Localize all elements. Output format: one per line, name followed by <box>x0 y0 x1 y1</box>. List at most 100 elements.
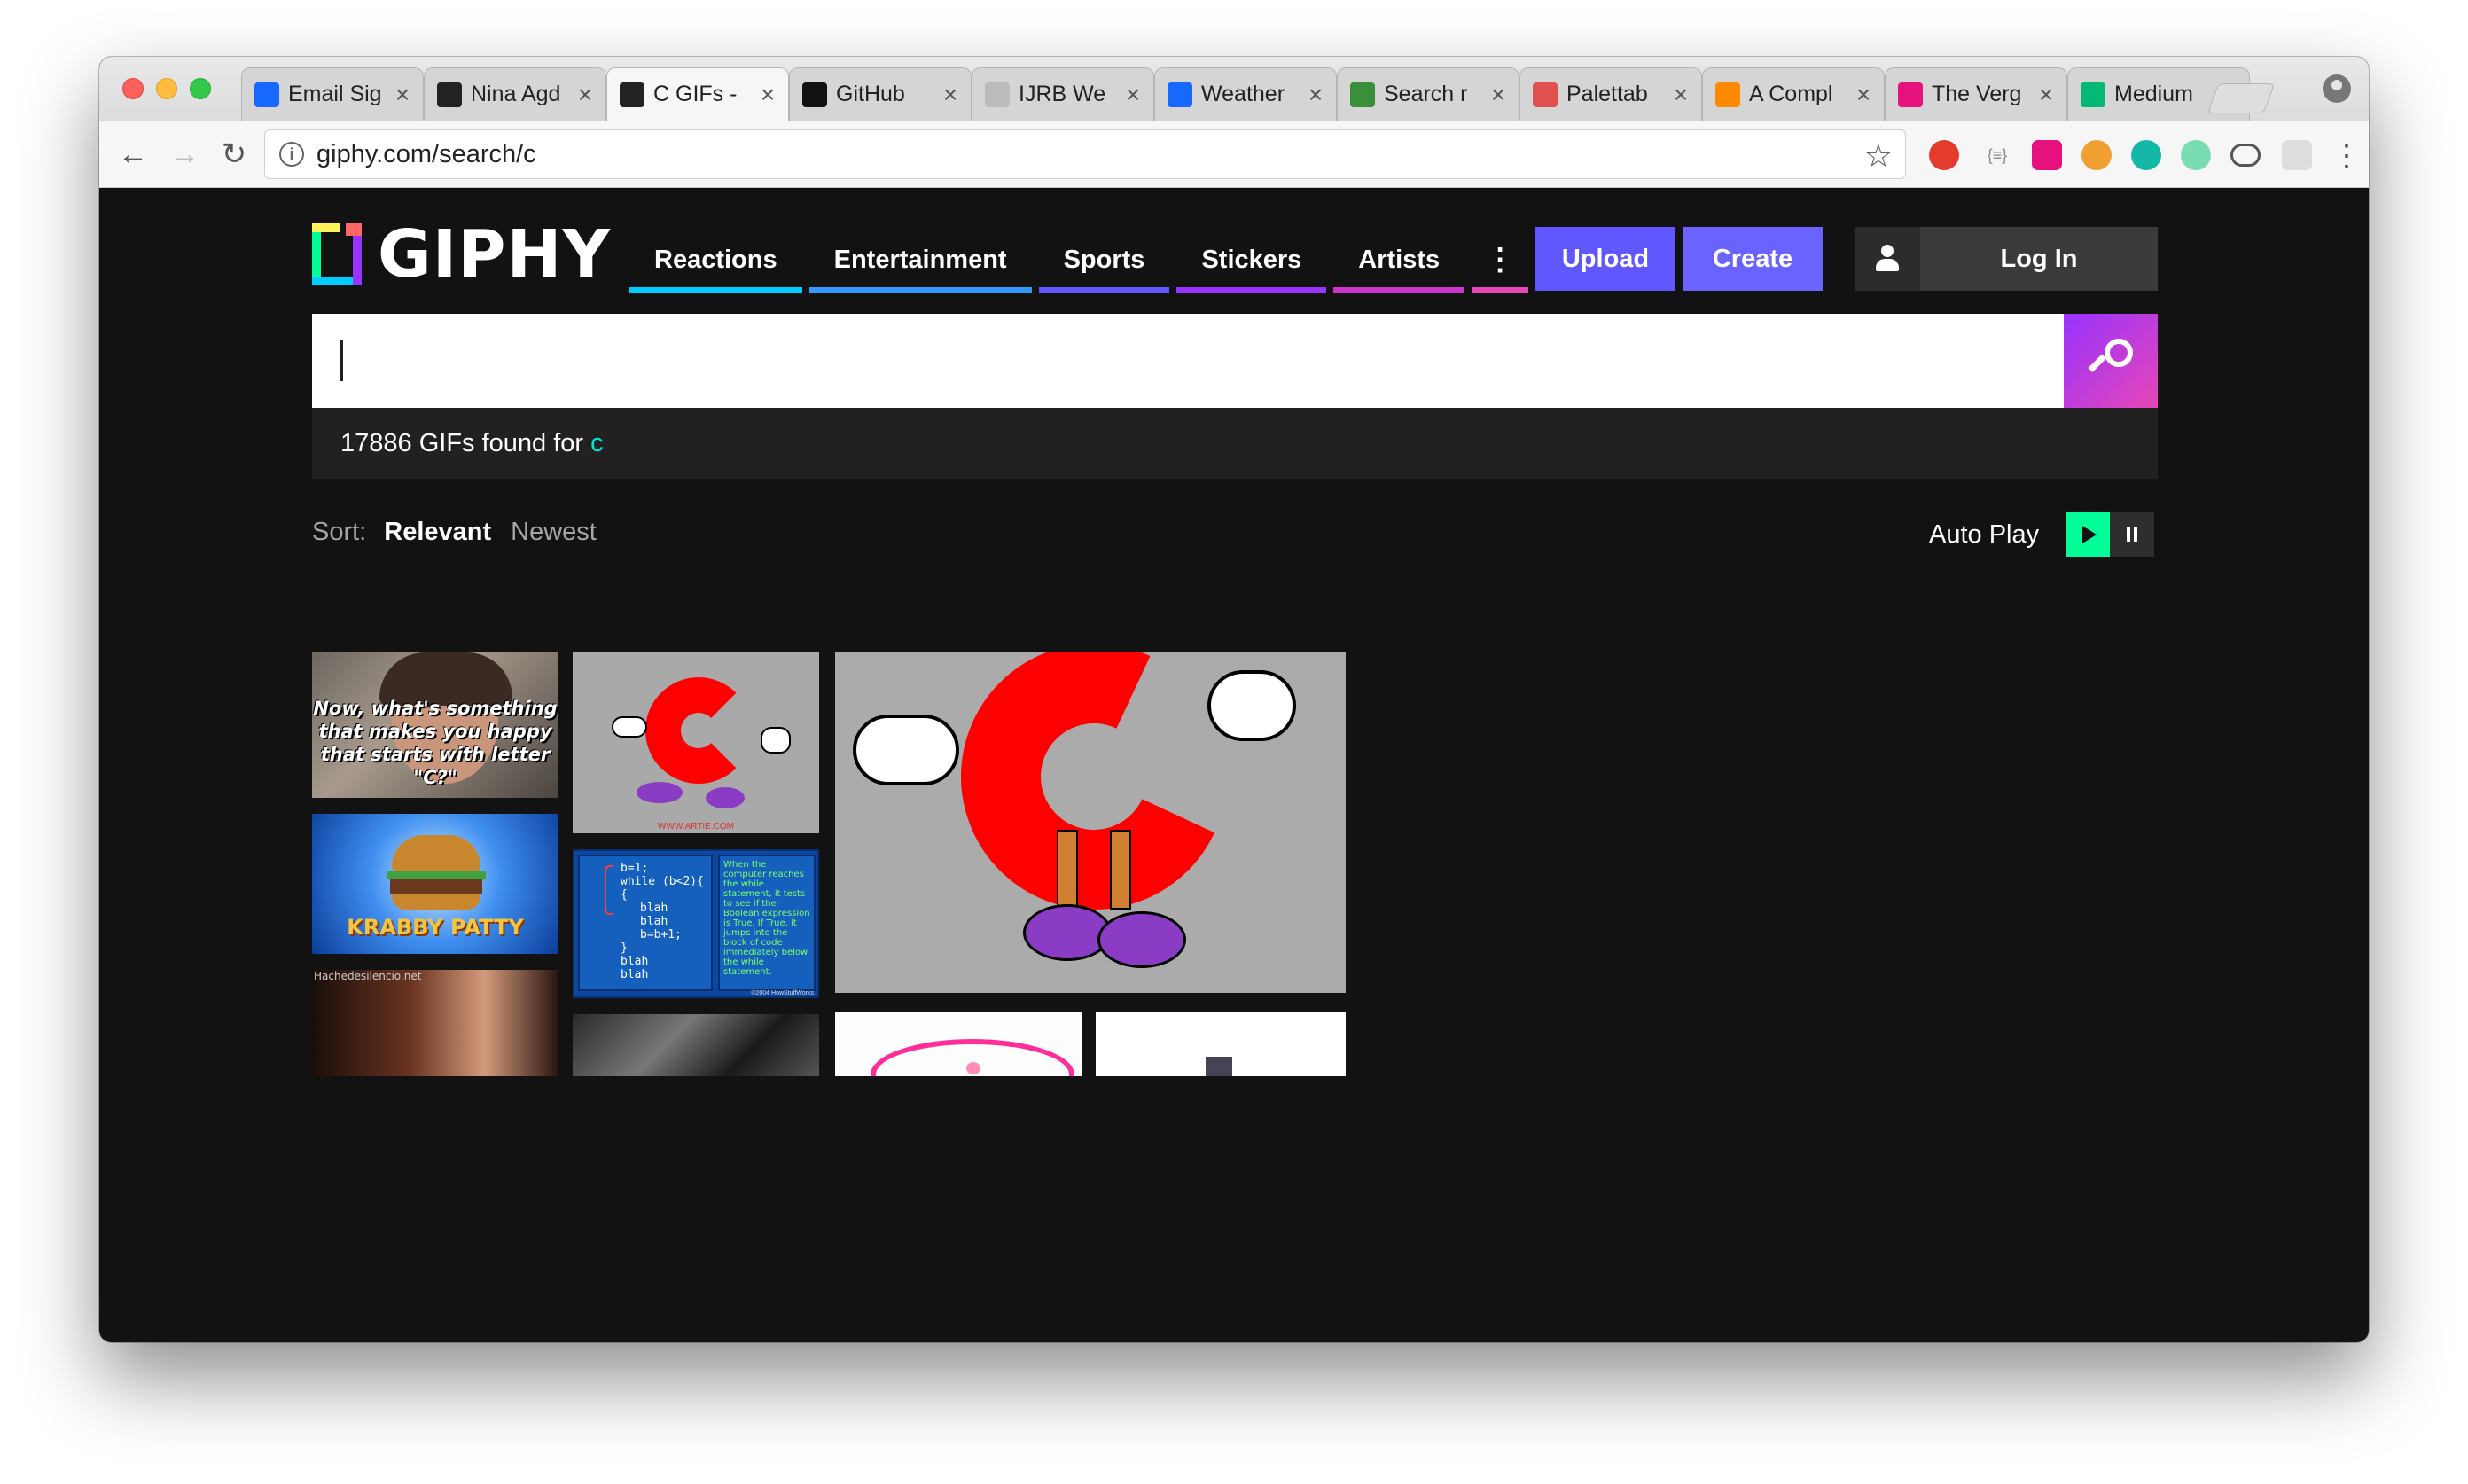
upload-button[interactable]: Upload <box>1535 227 1675 291</box>
giphy-logo[interactable]: GIPHY <box>312 216 611 293</box>
gif-letter-c-character[interactable]: WWW.ARTIE.COM <box>573 652 819 833</box>
code-line: { <box>621 888 628 902</box>
profile-icon[interactable] <box>2323 74 2351 103</box>
tab-list: Email Sig × Nina Agd × C GIFs - × GitHub × IJRB … <box>241 67 2250 121</box>
code-block: b=1; while (b<2){{blah blah b=b+1;} blah blah <box>621 862 704 981</box>
maximize-window-button[interactable] <box>190 78 211 99</box>
gif-credit: ©2004 HowStuffWorks <box>751 990 814 996</box>
browser-tab[interactable]: C GIFs - × <box>606 67 789 121</box>
code-line: } <box>621 941 628 955</box>
close-tab-icon[interactable]: × <box>1852 81 1875 109</box>
nav-item-label: Stickers <box>1201 245 1302 274</box>
gif-kiss[interactable]: Hachedesilencio.net <box>312 970 558 1076</box>
tab-label: IJRB We <box>1019 82 1106 106</box>
code-line: blah <box>621 968 649 981</box>
giphy-icon <box>437 82 462 107</box>
gif-watermark: Hachedesilencio.net <box>314 970 422 982</box>
browser-tab[interactable]: A Compl × <box>1702 67 1885 121</box>
browser-tab[interactable]: Search r × <box>1337 67 1519 121</box>
close-tab-icon[interactable]: × <box>939 81 962 109</box>
nav-item-stickers[interactable]: Stickers <box>1176 227 1327 293</box>
nav-item-artists[interactable]: Artists <box>1333 227 1465 293</box>
browser-tab[interactable]: IJRB We × <box>972 67 1154 121</box>
asterisk-icon <box>1715 82 1740 107</box>
forward-icon[interactable]: → <box>167 137 202 172</box>
json-extension-icon[interactable]: {≡} <box>1982 140 2012 170</box>
cloud-icon[interactable] <box>2230 144 2261 167</box>
browser-tab[interactable]: Palettab × <box>1519 67 1702 121</box>
more-options-icon[interactable]: ⋮ <box>1472 227 1529 293</box>
nav-underline <box>629 287 802 293</box>
browser-menu-icon[interactable]: ⋮ <box>2331 138 2362 174</box>
nav-item-label: Sports <box>1063 245 1145 274</box>
search-input[interactable] <box>312 314 2064 408</box>
extension-red-icon[interactable] <box>1929 140 1959 170</box>
bookmark-star-icon[interactable]: ☆ <box>1864 137 1893 175</box>
gif-while-loop-code[interactable]: b=1; while (b<2){{blah blah b=b+1;} blah blah… <box>573 849 819 998</box>
search-button[interactable] <box>2064 314 2158 408</box>
back-icon[interactable]: ← <box>115 137 151 172</box>
extension-orange-icon[interactable] <box>2081 140 2112 170</box>
create-button[interactable]: Create <box>1683 227 1823 291</box>
address-bar[interactable]: i giphy.com/search/c ☆ <box>264 129 1906 179</box>
sort-newest[interactable]: Newest <box>511 518 597 547</box>
gif-krabby-patty[interactable]: KRABBY PATTY <box>312 814 558 954</box>
extension-pink-icon[interactable] <box>2032 140 2062 170</box>
gif-pink-heart-card[interactable] <box>835 1012 1082 1076</box>
v-icon <box>1350 82 1375 107</box>
code-line: blah <box>640 915 668 928</box>
minimize-window-button[interactable] <box>156 78 177 99</box>
github-icon <box>802 82 827 107</box>
info-icon[interactable]: i <box>279 142 304 167</box>
code-note: When the computer reaches the while stat… <box>718 855 816 991</box>
results-count-bar: 17886 GIFs found for c <box>312 408 2158 479</box>
extension-green-icon[interactable] <box>2181 140 2211 170</box>
tab-label: Weather <box>1201 82 1285 106</box>
close-tab-icon[interactable]: × <box>756 81 779 109</box>
close-window-button[interactable] <box>122 78 144 99</box>
close-tab-icon[interactable]: × <box>1487 81 1510 109</box>
nav-item-entertainment[interactable]: Entertainment <box>808 227 1032 293</box>
new-tab-button[interactable] <box>2206 83 2276 113</box>
tab-label: GitHub <box>836 82 905 106</box>
nav-item-reactions[interactable]: Reactions <box>629 227 802 293</box>
code-line: while (b<2){ <box>621 875 704 888</box>
gif-woman-smiling[interactable]: Now, what's something that makes you hap… <box>312 652 558 798</box>
close-tab-icon[interactable]: × <box>1669 81 1692 109</box>
results-query-link[interactable]: c <box>590 429 604 458</box>
close-tab-icon[interactable]: × <box>1121 81 1144 109</box>
gif-black-and-white[interactable] <box>573 1014 819 1076</box>
browser-tab[interactable]: Nina Agd × <box>424 67 606 121</box>
sort-relevant[interactable]: Relevant <box>384 518 491 547</box>
giphy-page: GIPHY Reactions Entertainment Sports Sticke… <box>99 188 2369 1342</box>
nav-item-sports[interactable]: Sports <box>1038 227 1170 293</box>
browser-tab[interactable]: Weather × <box>1154 67 1337 121</box>
close-tab-icon[interactable]: × <box>574 81 597 109</box>
tab-label: A Compl <box>1749 82 1833 106</box>
pause-icon[interactable] <box>2110 512 2155 557</box>
browser-toolbar: ← → ↻ i giphy.com/search/c ☆ {≡} ⋮ <box>99 121 2369 188</box>
gif-caption: Now, what's something that makes you hap… <box>313 698 558 788</box>
tab-strip: Email Sig × Nina Agd × C GIFs - × GitHub × IJRB … <box>99 57 2369 121</box>
play-icon[interactable] <box>2066 512 2111 557</box>
close-tab-icon[interactable]: × <box>1304 81 1327 109</box>
extension-teal-icon[interactable] <box>2131 140 2161 170</box>
logo-text: GIPHY <box>378 216 612 293</box>
search-bar <box>312 314 2158 408</box>
browser-tab[interactable]: Email Sig × <box>241 67 424 121</box>
reload-icon[interactable]: ↻ <box>216 137 252 172</box>
close-tab-icon[interactable]: × <box>391 81 414 109</box>
extension-grid-icon[interactable] <box>2282 140 2312 170</box>
krabby-text: KRABBY PATTY <box>347 915 524 940</box>
tab-label: Email Sig <box>288 82 382 106</box>
gif-letter-c-large[interactable] <box>835 652 1346 993</box>
url-text: giphy.com/search/c <box>316 139 536 168</box>
nav-underline <box>1333 287 1465 293</box>
login-button[interactable]: Log In <box>1855 227 2158 291</box>
gif-white-pixel[interactable] <box>1096 1012 1346 1076</box>
browser-tab[interactable]: GitHub × <box>789 67 972 121</box>
browser-tab[interactable]: The Verg × <box>1885 67 2067 121</box>
user-icon <box>1874 245 1901 273</box>
close-tab-icon[interactable]: × <box>2035 81 2058 109</box>
sort-label: Sort: <box>312 518 367 546</box>
